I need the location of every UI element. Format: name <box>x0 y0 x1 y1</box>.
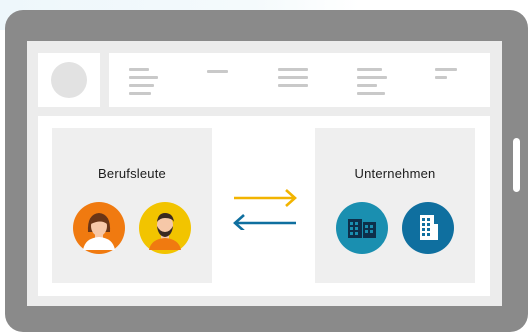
nav-placeholder-line <box>129 68 149 71</box>
nav-placeholder-line <box>278 84 308 87</box>
nav-placeholder-line <box>435 68 457 71</box>
nav-placeholder-line <box>129 92 151 95</box>
arrow-left-icon <box>233 214 296 230</box>
tablet-home-button <box>513 138 520 192</box>
office-buildings-icon <box>336 202 388 254</box>
nav-placeholder-line <box>278 68 308 71</box>
nav-placeholder-line <box>357 92 385 95</box>
nav-placeholder-line <box>357 76 387 79</box>
exchange-arrows <box>228 186 302 230</box>
navigation-bar <box>109 53 490 107</box>
avatar-placeholder-icon <box>51 62 87 98</box>
tall-building-icon <box>402 202 454 254</box>
companies-title: Unternehmen <box>354 166 436 181</box>
nav-placeholder-line <box>129 76 158 79</box>
professionals-panel: Berufsleute <box>52 128 212 283</box>
woman-person-icon <box>73 202 125 254</box>
nav-placeholder-line <box>357 68 382 71</box>
nav-placeholder-line <box>207 70 228 73</box>
bearded-man-person-icon <box>139 202 191 254</box>
profile-avatar-box <box>38 53 100 107</box>
companies-panel: Unternehmen <box>315 128 475 283</box>
professionals-title: Berufsleute <box>98 166 166 181</box>
nav-placeholder-line <box>357 84 377 87</box>
nav-placeholder-line <box>129 84 154 87</box>
nav-placeholder-line <box>435 76 447 79</box>
nav-placeholder-line <box>278 76 308 79</box>
